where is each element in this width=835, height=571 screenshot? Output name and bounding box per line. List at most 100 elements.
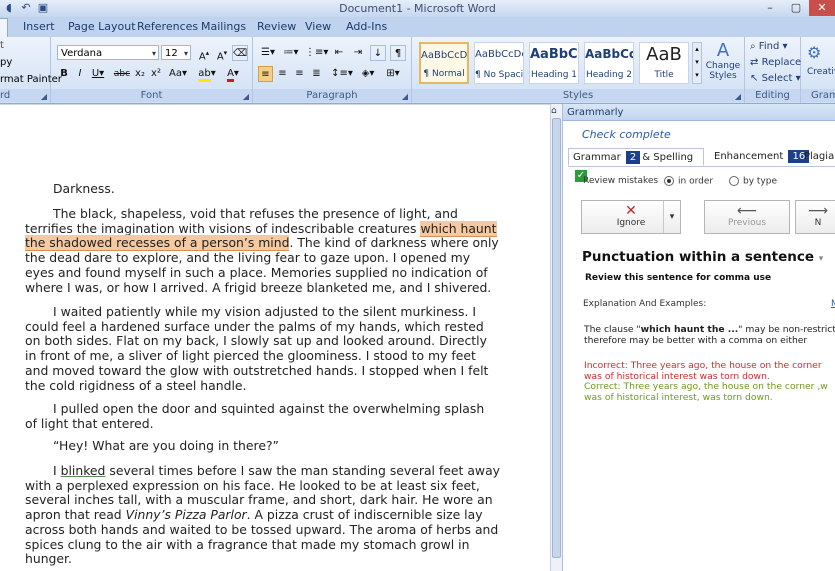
change-styles-button[interactable]: A Change Styles <box>704 40 742 82</box>
subscript-icon[interactable]: x₂ <box>133 66 147 82</box>
tab-view[interactable]: View <box>305 20 331 33</box>
font-size-combo[interactable]: 12 ▾ <box>161 45 191 60</box>
multilevel-list-icon[interactable]: ⋮≡▾ <box>305 45 328 61</box>
tab-home[interactable] <box>0 18 8 37</box>
find-label: Find <box>758 41 780 52</box>
doc-paragraph-5: I blinked several times before I saw the… <box>25 463 500 567</box>
clipboard-launcher-icon[interactable]: ◢ <box>41 92 47 101</box>
grammar-count-badge: 2 <box>625 151 641 164</box>
binoculars-icon: ⌕ <box>750 41 756 52</box>
font-label: Font <box>51 89 252 102</box>
explain-bold: which haunt the ... <box>640 324 739 335</box>
pane-grip-icon[interactable]: ⌂ <box>551 106 561 118</box>
editing-label: Editing <box>745 89 800 102</box>
copy-button[interactable]: py <box>0 57 12 68</box>
clipboard-group: t py rmat Painter rd ◢ <box>0 37 62 103</box>
superscript-icon[interactable]: x² <box>149 66 163 82</box>
justify-icon[interactable]: ≣ <box>309 66 324 82</box>
borders-icon[interactable]: ⊞▾ <box>383 66 403 82</box>
tab-mailings[interactable]: Mailings <box>201 20 246 33</box>
font-launcher-icon[interactable]: ◢ <box>243 92 249 101</box>
tab-add-ins[interactable]: Add-Ins <box>346 20 387 33</box>
tab-plagiarism[interactable]: Plagiaris <box>800 148 835 166</box>
style-normal[interactable]: AaBbCcDc ¶ Normal <box>419 42 469 84</box>
cut-icon[interactable]: t <box>0 40 4 51</box>
styles-launcher-icon[interactable]: ◢ <box>735 92 741 101</box>
tab-grammar-spelling[interactable]: Grammar 2 & Spelling✓ <box>568 148 704 182</box>
arrow-left-icon: ⟵ <box>736 203 758 219</box>
shrink-font-icon[interactable]: A▾ <box>214 45 230 62</box>
clear-format-icon[interactable]: ⌫ <box>232 45 248 61</box>
minimize-icon[interactable]: – <box>757 0 783 16</box>
align-left-icon[interactable]: ≡ <box>258 66 273 82</box>
italic-icon[interactable]: I <box>73 66 87 82</box>
review-mistakes-label: Review mistakes <box>583 176 659 186</box>
align-right-icon[interactable]: ≡ <box>292 66 307 82</box>
close-icon[interactable]: ✕ <box>809 0 835 16</box>
chevron-down-icon[interactable]: ▾ <box>819 254 824 264</box>
creative-icon[interactable]: ⚙ <box>807 43 821 62</box>
tab-references[interactable]: References <box>137 20 198 33</box>
strikethrough-icon[interactable]: abc <box>113 66 131 82</box>
previous-button[interactable]: ⟵ Previous <box>704 200 790 234</box>
change-styles-label: Change Styles <box>705 61 741 81</box>
document-page[interactable]: Darkness. The black, shapeless, void tha… <box>0 104 550 571</box>
doc-paragraph-3: I pulled open the door and squinted agai… <box>25 401 485 431</box>
style-name: ¶ Normal <box>423 69 465 79</box>
chevron-down-icon: ▾ <box>183 49 188 58</box>
highlight-color-icon[interactable]: ab▾ <box>197 66 217 82</box>
style-heading-2[interactable]: AaBbCc Heading 2 <box>584 42 634 84</box>
creative-label[interactable]: Creativ <box>807 67 835 77</box>
tab-page-layout[interactable]: Page Layout <box>68 20 136 33</box>
underline-icon[interactable]: U▾ <box>89 66 107 82</box>
incorrect-example: Incorrect: Three years ago, the house on… <box>584 360 822 382</box>
ignore-button[interactable]: ✕ Ignore ▾ <box>581 200 681 234</box>
find-button[interactable]: ⌕ Find ▾ <box>750 41 788 52</box>
select-button[interactable]: ↖ Select ▾ <box>750 73 801 84</box>
style-no-spacing[interactable]: AaBbCcDc ¶ No Spaci... <box>474 42 524 84</box>
p5-underlined-word[interactable]: blinked <box>61 463 106 478</box>
next-button[interactable]: ⟶ N <box>795 200 835 234</box>
grammarly-pane: Grammarly ⌂ Check complete Grammar 2 & Sp… <box>551 104 835 571</box>
scrollbar-thumb[interactable] <box>552 118 561 558</box>
ruler-line <box>0 104 550 105</box>
shading-icon[interactable]: ◈▾ <box>358 66 378 82</box>
style-heading-1[interactable]: AaBbCc Heading 1 <box>529 42 579 84</box>
select-arrow-icon: ↖ <box>750 73 759 84</box>
maximize-icon[interactable]: ▢ <box>783 0 809 16</box>
line-spacing-icon[interactable]: ↕≡▾ <box>331 66 353 82</box>
issue-title: Punctuation within a sentence ▾ <box>582 249 823 265</box>
replace-button[interactable]: ⇄ Replace <box>750 57 801 68</box>
change-styles-icon: A <box>716 40 730 61</box>
bold-icon[interactable]: B <box>57 66 71 82</box>
decrease-indent-icon[interactable]: ⇤ <box>331 45 347 61</box>
font-name-combo[interactable]: Verdana ▾ <box>57 45 159 60</box>
editing-group: ⌕ Find ▾ ⇄ Replace ↖ Select ▾ Editing <box>745 37 801 103</box>
radio-icon <box>664 176 674 186</box>
pane-header-label: Grammarly <box>567 107 624 118</box>
numbering-icon[interactable]: ≔▾ <box>281 45 301 61</box>
sort-icon[interactable]: ↓ <box>370 45 386 61</box>
style-preview: AaBbCc <box>530 47 578 62</box>
font-color-icon[interactable]: A▾ <box>223 66 243 82</box>
more-link[interactable]: M <box>831 299 835 309</box>
tab-insert[interactable]: Insert <box>23 20 55 33</box>
styles-scroll[interactable]: ▴ ▾ ▾ <box>692 42 702 84</box>
change-case-icon[interactable]: Aa▾ <box>167 66 189 82</box>
increase-indent-icon[interactable]: ⇥ <box>350 45 366 61</box>
window-title: Document1 - Microsoft Word <box>339 2 496 15</box>
align-center-icon[interactable]: ≡ <box>275 66 290 82</box>
style-name: Heading 2 <box>585 70 633 80</box>
radio-in-order[interactable]: in order <box>664 176 713 187</box>
chevron-down-icon[interactable]: ▾ <box>663 201 680 233</box>
p5-text: I <box>53 463 61 478</box>
bullets-icon[interactable]: ☰▾ <box>258 45 278 61</box>
paragraph-launcher-icon[interactable]: ◢ <box>402 92 408 101</box>
radio-by-type[interactable]: by type <box>729 176 777 187</box>
style-name: Title <box>654 70 674 80</box>
style-title[interactable]: AaB Title <box>639 42 689 84</box>
tab-review[interactable]: Review <box>257 20 296 33</box>
grow-font-icon[interactable]: A▴ <box>196 45 212 62</box>
pane-header: Grammarly <box>563 104 835 121</box>
show-marks-icon[interactable]: ¶ <box>390 45 406 61</box>
